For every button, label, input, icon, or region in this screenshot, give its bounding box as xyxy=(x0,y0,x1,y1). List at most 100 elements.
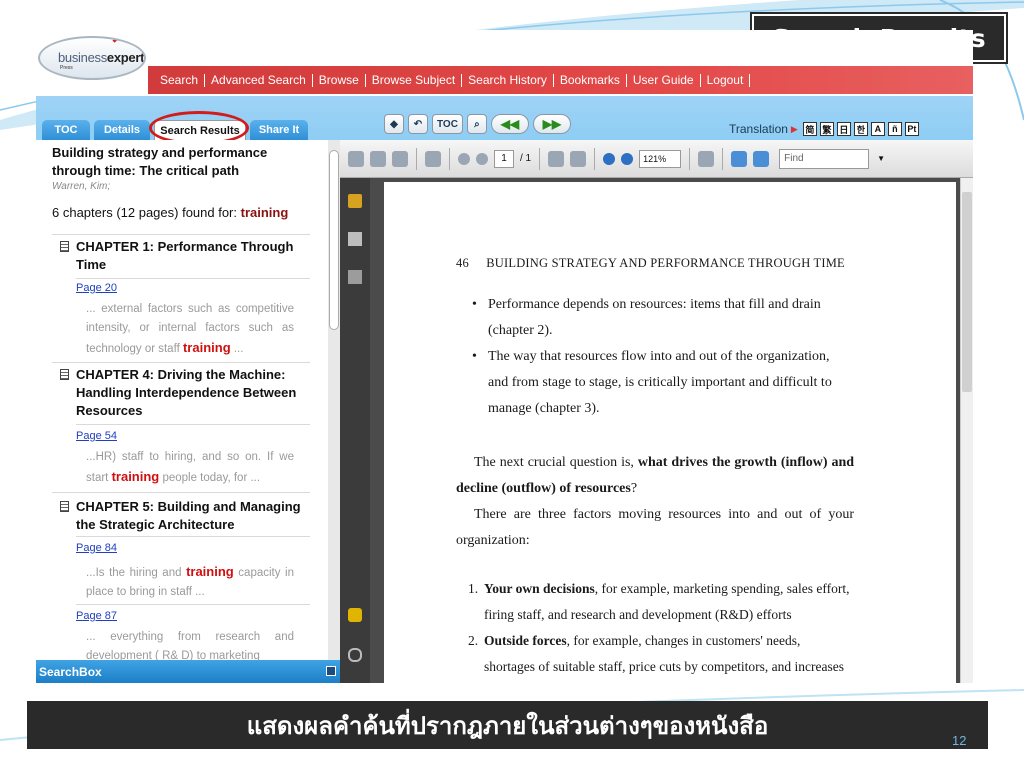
tab-search-results[interactable]: Search Results xyxy=(154,120,246,140)
lang-spanish[interactable]: ñ xyxy=(887,122,902,136)
next-page-icon[interactable]: ▶▶ xyxy=(532,114,571,134)
pdf-document-area: 46 BUILDING STRATEGY AND PERFORMANCE THR… xyxy=(370,178,973,683)
chapter-5-title: CHAPTER 5: Building and Managing the Str… xyxy=(76,499,301,532)
prev-page-icon[interactable]: ◀◀ xyxy=(490,114,529,134)
search-term: training xyxy=(240,205,289,220)
snippet-term: training xyxy=(182,340,231,355)
nav-bookmarks[interactable]: Bookmarks xyxy=(554,73,627,87)
paragraph-2: There are three factors moving resources… xyxy=(456,507,854,548)
lock-icon[interactable] xyxy=(348,194,362,208)
logo-sub: Press xyxy=(60,65,73,71)
nav-search-history[interactable]: Search History xyxy=(462,73,554,87)
toolbar-divider xyxy=(416,147,417,170)
list-bold: Outside forces xyxy=(484,633,567,648)
para1-text: The next crucial question is, xyxy=(474,455,634,470)
book-author: Warren, Kim; xyxy=(52,181,111,192)
pdf-scrollbar[interactable] xyxy=(960,178,973,683)
paperclip-icon[interactable] xyxy=(348,648,362,662)
sign-icon[interactable] xyxy=(425,150,441,167)
chapter-1-link[interactable]: CHAPTER 1: Performance Through Time xyxy=(60,238,308,274)
print-icon[interactable] xyxy=(348,150,364,167)
para1-end: ? xyxy=(630,481,638,496)
find-dropdown-icon[interactable]: ▼ xyxy=(877,154,885,163)
page-down-icon[interactable] xyxy=(476,152,488,165)
toolbar-divider xyxy=(594,147,596,170)
snippet-term: training xyxy=(111,469,160,484)
app-header: businessexpert Press Search Advanced Sea… xyxy=(36,30,973,108)
scroll-thumb[interactable] xyxy=(329,150,339,330)
nav-search[interactable]: Search xyxy=(154,73,206,87)
divider xyxy=(76,604,310,605)
logo-text: businessexpert xyxy=(58,50,144,65)
lang-korean[interactable]: 한 xyxy=(853,122,868,136)
pages-icon[interactable] xyxy=(348,232,362,246)
divider xyxy=(52,362,310,363)
searchbox-label: SearchBox xyxy=(39,664,102,679)
snippet-page-87: ... everything from research and develop… xyxy=(86,628,294,660)
toolbar-divider xyxy=(449,147,450,170)
hand-tool-icon[interactable] xyxy=(570,150,587,167)
document-icon xyxy=(60,241,69,252)
page-84-link[interactable]: Page 84 xyxy=(76,542,117,554)
nav-logout[interactable]: Logout xyxy=(701,73,751,87)
lang-traditional-chinese[interactable]: 繁 xyxy=(819,122,834,136)
page-number-input[interactable]: 1 xyxy=(494,149,514,168)
chapter-1-title: CHAPTER 1: Performance Through Time xyxy=(76,239,294,272)
page-up-icon[interactable] xyxy=(458,152,470,165)
page-number: 46 xyxy=(456,256,469,270)
search-icon[interactable]: ⌕ xyxy=(466,114,487,134)
list-item-2: 2. Outside forces, for example, changes … xyxy=(468,628,854,683)
zoom-in-icon[interactable] xyxy=(621,152,634,165)
select-text-icon[interactable] xyxy=(548,150,565,167)
snippet-text: ... xyxy=(233,343,244,355)
back-icon[interactable]: ↶ xyxy=(408,114,428,134)
toc-button[interactable]: TOC xyxy=(432,114,463,134)
divider xyxy=(52,492,310,493)
ebook-reader-window: businessexpert Press Search Advanced Sea… xyxy=(36,30,973,683)
zoom-select[interactable]: 121% xyxy=(639,149,682,168)
found-summary: 6 chapters (12 pages) found for: trainin… xyxy=(52,205,288,220)
divider xyxy=(76,278,310,279)
find-input[interactable]: Find xyxy=(779,148,870,169)
tab-details[interactable]: Details xyxy=(94,120,150,140)
chapter-5-link[interactable]: CHAPTER 5: Building and Managing the Str… xyxy=(60,498,308,534)
toolbar-divider xyxy=(722,147,724,170)
caption-text: แสดงผลคำค้นที่ปรากฎภายในส่วนต่างๆของหนัง… xyxy=(246,711,769,740)
lang-portuguese[interactable]: Pt xyxy=(904,122,919,136)
page-87-link[interactable]: Page 87 xyxy=(76,610,117,622)
nav-advanced-search[interactable]: Advanced Search xyxy=(205,73,313,87)
snippet-page-84: ...Is the hiring and training capacity i… xyxy=(86,562,294,602)
export-icon[interactable] xyxy=(392,150,408,167)
page-20-link[interactable]: Page 20 xyxy=(76,282,117,294)
list-num: 1. xyxy=(468,581,479,596)
snapshot-icon[interactable] xyxy=(698,150,715,167)
tab-share-it[interactable]: Share It xyxy=(250,120,308,140)
bookmark-icon[interactable]: ◆ xyxy=(384,114,404,134)
divider xyxy=(76,536,310,537)
book-title[interactable]: Building strategy and performance throug… xyxy=(52,144,312,180)
expand-icon[interactable] xyxy=(326,666,336,676)
pdf-scroll-thumb[interactable] xyxy=(962,192,972,392)
tab-toc[interactable]: TOC xyxy=(42,120,90,140)
comments-icon[interactable] xyxy=(348,608,362,622)
chapter-4-link[interactable]: CHAPTER 4: Driving the Machine: Handling… xyxy=(60,366,308,420)
zoom-out-icon[interactable] xyxy=(603,152,616,165)
business-expert-logo[interactable]: businessexpert Press xyxy=(38,36,146,80)
nav-browse-subject[interactable]: Browse Subject xyxy=(366,73,463,87)
found-prefix: 6 chapters (12 pages) found for: xyxy=(52,205,238,220)
fit-width-icon[interactable] xyxy=(753,150,770,167)
fit-page-icon[interactable] xyxy=(731,150,748,167)
lang-other-1[interactable]: A xyxy=(870,122,885,136)
lang-japanese[interactable]: 日 xyxy=(836,122,851,136)
main-nav: Search Advanced Search Browse Browse Sub… xyxy=(148,66,973,108)
running-head-text: BUILDING STRATEGY AND PERFORMANCE THROUG… xyxy=(486,256,845,270)
lang-simplified-chinese[interactable]: 简 xyxy=(802,122,817,136)
nav-user-guide[interactable]: User Guide xyxy=(627,73,701,87)
page-54-link[interactable]: Page 54 xyxy=(76,430,117,442)
results-scrollbar[interactable] xyxy=(328,140,340,660)
bullet-1: Performance depends on resources: items … xyxy=(472,292,852,344)
searchbox-toggle[interactable]: SearchBox xyxy=(36,660,340,683)
nav-browse[interactable]: Browse xyxy=(313,73,366,87)
attachments-icon[interactable] xyxy=(348,270,362,284)
save-icon[interactable] xyxy=(370,150,386,167)
